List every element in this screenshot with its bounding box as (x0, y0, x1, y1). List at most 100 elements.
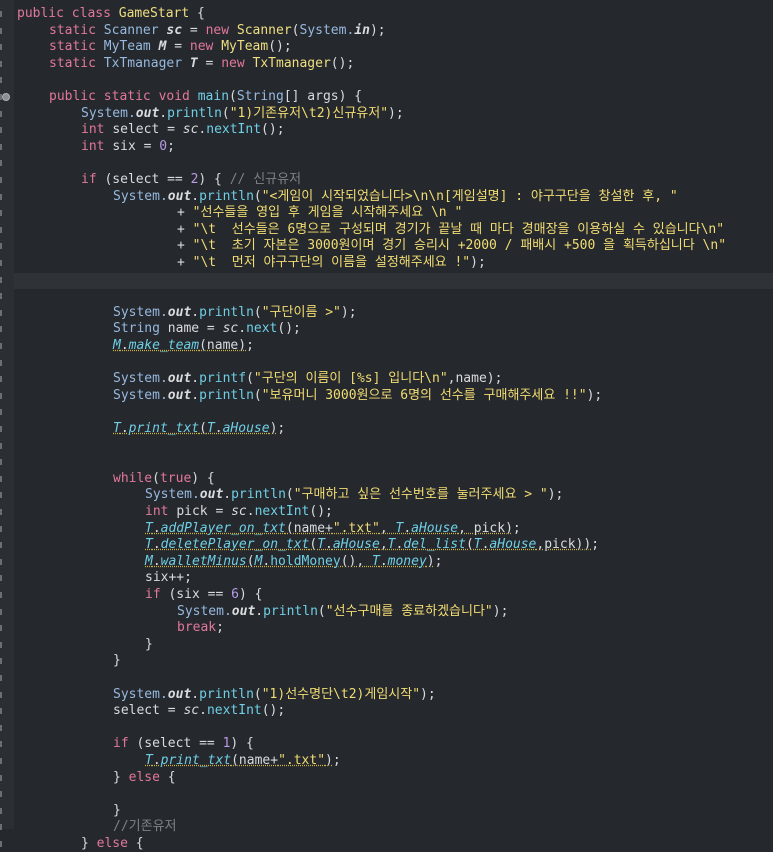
gutter-mark (0, 841, 2, 847)
code-token: while (113, 470, 153, 486)
code-line[interactable]: } (113, 803, 121, 819)
code-line[interactable]: if (six == 6) { (145, 587, 262, 603)
code-line[interactable]: System.out.println("구매하고 싶은 선수번호를 눌러주세요 … (145, 487, 563, 503)
code-line[interactable]: } (113, 653, 121, 669)
code-token: static (49, 55, 104, 71)
code-editor[interactable]: public class GameStart {static Scanner s… (0, 0, 773, 851)
code-token: . (191, 371, 200, 387)
code-token: String (236, 89, 284, 104)
code-line[interactable]: int pick = sc.nextInt(); (145, 504, 333, 520)
code-line[interactable]: select = sc.nextInt(); (113, 703, 285, 719)
code-token: . (152, 553, 161, 569)
code-line[interactable]: M.walletMinus(M.holdMoney(), T.money); (145, 554, 442, 570)
code-token: (name) (199, 338, 247, 353)
code-line[interactable]: } else { (113, 770, 176, 786)
code-line[interactable]: System.out.println("1)선수명단\t2)게임시작"); (113, 687, 436, 703)
code-token: "\t 먼저 야구구단의 이름을 설정해주세요 !" (192, 255, 471, 270)
code-line[interactable]: six++; (145, 570, 192, 586)
gutter-mark (0, 392, 2, 399)
code-token: break (177, 620, 217, 636)
editor-gutter[interactable] (0, 0, 14, 847)
gutter-mark (0, 326, 2, 333)
code-token: (name+ (231, 753, 279, 768)
code-token: deletePlayer_on_txt (160, 537, 310, 553)
code-line[interactable]: static MyTeam M = new MyTeam(); (49, 39, 292, 55)
code-line[interactable]: static Scanner sc = new Scanner(System.i… (49, 23, 386, 39)
code-line[interactable]: M.make_team(name); (113, 338, 254, 354)
code-token: static (49, 39, 104, 55)
gutter-mark (0, 409, 2, 416)
code-token: ( (246, 553, 255, 569)
code-line[interactable]: System.out.println("보유머니 3000원으로 6명의 선수를… (113, 388, 602, 404)
code-line[interactable]: int six = 0; (81, 139, 175, 155)
code-line[interactable]: String name = sc.next(); (113, 321, 301, 337)
gutter-mark (0, 309, 2, 316)
code-line[interactable]: + "\t 선수들은 6명으로 구성되며 경기가 끝날 때 마다 경매장을 이용… (177, 222, 724, 238)
gutter-mark (0, 343, 2, 349)
code-line[interactable]: public class GameStart { (17, 6, 205, 22)
breakpoint-icon[interactable] (2, 93, 10, 101)
code-line[interactable]: break; (177, 620, 224, 636)
code-token: ( (465, 537, 474, 553)
code-line[interactable]: T.print_txt(name+".txt"); (145, 753, 341, 769)
code-line[interactable]: T.deletePlayer_on_txt(T.aHouse,T.del_lis… (145, 537, 599, 553)
code-token: M (113, 338, 121, 353)
code-line[interactable]: while(true) { (113, 471, 215, 487)
code-token: . (246, 504, 255, 519)
code-token: + (177, 238, 193, 254)
code-line[interactable]: System.out.printf("구단의 이름이 [%s] 입니다\n",n… (113, 371, 502, 387)
code-token: (name+ (285, 520, 333, 536)
code-line[interactable]: public static void main(String[] args) { (49, 89, 362, 105)
code-line[interactable]: System.out.println("구단이름 >"); (113, 305, 357, 321)
code-token: . (152, 753, 161, 768)
gutter-mark (0, 509, 2, 515)
code-token: System. (113, 371, 168, 387)
code-line[interactable]: } (145, 637, 153, 653)
code-token: { (197, 6, 205, 21)
code-line[interactable]: if (select == 1) { (113, 736, 254, 752)
code-token: del_list (403, 537, 466, 553)
code-token: T (145, 520, 153, 536)
code-token: ( (199, 421, 207, 436)
code-line[interactable]: static TxTmanager T = new TxTmanager(); (49, 56, 354, 72)
gutter-mark (0, 575, 2, 582)
code-token: nextInt (254, 504, 310, 519)
gutter-mark (0, 658, 2, 665)
code-token: ; (512, 520, 521, 536)
code-token: ); (388, 105, 404, 121)
gutter-mark (0, 625, 2, 632)
code-line[interactable]: System.out.println("선수구매를 종료하겠습니다"); (177, 604, 508, 620)
code-token: Scanner (103, 22, 167, 38)
code-token: ) { (238, 587, 263, 602)
code-token: ( (285, 487, 294, 503)
code-line[interactable]: } else { (81, 836, 144, 852)
code-token: in (354, 22, 370, 38)
code-token: name = (167, 321, 223, 337)
code-token: print_txt (128, 421, 200, 436)
code-line[interactable]: T.addPlayer_on_txt(name+".txt", T.aHouse… (145, 521, 521, 537)
gutter-mark (0, 210, 2, 217)
code-line[interactable]: //기존유저 (113, 819, 177, 835)
code-line[interactable]: + "선수들을 영입 후 게임을 시작해주세요 \n " (177, 205, 462, 221)
code-line[interactable]: + "\t 먼저 야구구단의 이름을 설정해주세요 !"); (177, 255, 486, 271)
code-token: print_txt (160, 753, 232, 768)
code-token: . (159, 105, 168, 121)
code-token: ; (277, 421, 286, 436)
code-token: ; (246, 338, 254, 353)
code-line[interactable]: + "\t 초기 자본은 3000원이며 경기 승리시 +2000 / 패배시 … (177, 238, 726, 254)
code-token: ,name); (447, 371, 503, 387)
code-token: ; (167, 138, 175, 154)
current-line-highlight (14, 273, 773, 289)
code-token: = (166, 39, 190, 55)
code-token: public class (17, 6, 119, 21)
code-line[interactable]: System.out.println("1)기존유저\t2)신규유저"); (81, 106, 404, 122)
code-token: out (167, 188, 192, 204)
code-line[interactable]: System.out.println("<게임이 시작되었습니다>\n\n[게임… (113, 189, 678, 205)
gutter-mark (0, 542, 2, 549)
code-line[interactable]: int select = sc.nextInt(); (81, 122, 285, 138)
code-line[interactable]: T.print_txt(T.aHouse); (113, 421, 285, 437)
code-token: ( (253, 686, 262, 702)
gutter-mark (0, 592, 2, 598)
code-token: , (379, 520, 396, 536)
code-line[interactable]: if (select == 2) { // 신규유저 (81, 172, 301, 188)
